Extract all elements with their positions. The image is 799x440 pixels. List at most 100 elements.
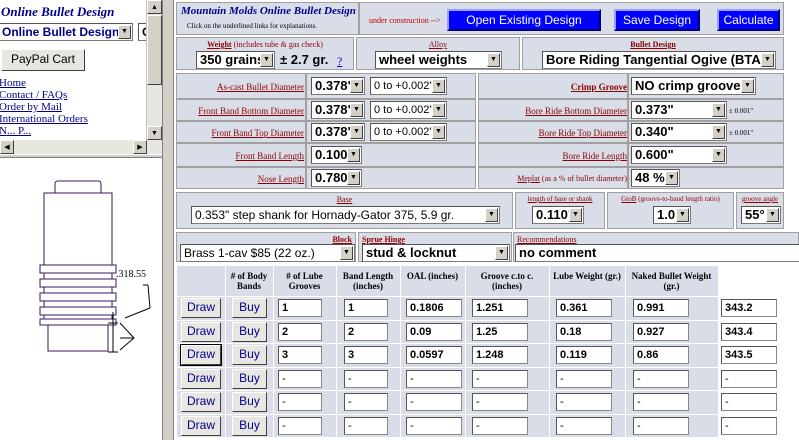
draw-button[interactable]: Draw [181,298,221,318]
shank-length-label[interactable]: length of base or shank [516,195,604,203]
alloy-select[interactable]: wheel weights ▼ [375,51,502,69]
table-value-field[interactable]: - [406,369,462,388]
table-value-field[interactable]: 343.2 [721,299,777,317]
buy-button[interactable]: Buy [232,345,267,365]
recommendations-field[interactable]: no comment [515,244,799,262]
buy-button[interactable]: Buy [232,321,267,342]
link-order-mail[interactable]: Order by Mail [0,101,62,113]
nav-select[interactable]: Online Bullet Design ▼ [0,23,133,41]
table-value-field[interactable]: - [633,393,689,411]
bore-top-select[interactable]: 0.340" ▼ [631,123,727,141]
meplat-select[interactable]: 48 % ▼ [631,169,680,187]
table-value-field[interactable]: - [556,416,612,435]
band-top-select[interactable]: 0.378" ▼ [311,123,365,141]
calculate-button[interactable]: Calculate [717,9,780,31]
table-value-field[interactable]: - [472,416,528,435]
table-value-field[interactable]: 0.0597 [406,346,462,364]
link-more[interactable]: N... P... [0,125,31,137]
table-value-field[interactable]: 2 [278,322,322,341]
table-value-field[interactable]: 343.5 [721,346,777,364]
open-design-button[interactable]: Open Existing Design [447,9,601,31]
weight-label[interactable]: Weight [207,40,231,49]
buy-button[interactable]: Buy [232,392,267,412]
nose-length-label[interactable]: Nose Length [258,174,304,184]
bore-bottom-label[interactable]: Bore Ride Bottom Diameter [525,106,627,116]
band-length-select[interactable]: 0.100" ▼ [311,146,362,164]
gtob-label[interactable]: GtoB [621,195,636,203]
scroll-right-icon[interactable]: ▶ [133,140,147,154]
groove-angle-label[interactable]: groove angle [737,195,783,203]
scroll-thumb[interactable] [147,15,162,85]
bore-top-label[interactable]: Bore Ride Top Diameter [539,128,627,138]
table-value-field[interactable]: - [344,393,388,411]
sprue-label[interactable]: Sprue Hinge [362,235,405,244]
bore-bottom-select[interactable]: 0.373" ▼ [631,101,727,119]
table-value-field[interactable]: - [556,393,612,411]
table-value-field[interactable]: 1 [278,299,322,317]
band-top-tolerance-select[interactable]: 0 to +0.002" ▼ [370,123,447,141]
link-contact[interactable]: Contact / FAQs [0,89,67,101]
bullet-design-label[interactable]: Bullet Design [523,40,783,49]
band-bottom-select[interactable]: 0.378" ▼ [311,101,365,119]
recommendations-label[interactable]: Recommendations [517,235,577,244]
nose-length-select[interactable]: 0.780" ▼ [311,169,362,187]
table-value-field[interactable]: - [472,393,528,411]
base-select[interactable]: 0.353" step shank for Hornady-Gator 375,… [191,206,500,224]
table-value-field[interactable]: 3 [344,346,388,364]
table-value-field[interactable]: 0.361 [556,299,612,317]
scroll-down-icon[interactable]: ▼ [147,126,162,140]
gtob-select[interactable]: 1.0 ▼ [653,206,691,224]
base-label[interactable]: Base [177,195,512,204]
table-value-field[interactable]: - [344,369,388,388]
table-value-field[interactable]: - [472,369,528,388]
draw-button[interactable]: Draw [181,368,221,389]
table-value-field[interactable]: 0.18 [556,322,612,341]
meplat-label[interactable]: Meplat [517,174,540,183]
table-value-field[interactable]: - [721,393,777,411]
draw-button[interactable]: Draw [181,321,221,342]
buy-button[interactable]: Buy [232,368,267,389]
table-value-field[interactable]: - [278,393,322,411]
block-select[interactable]: Brass 1-cav $85 (22 oz.) ▼ [180,244,355,262]
band-bottom-tolerance-select[interactable]: 0 to +0.002" ▼ [370,101,447,119]
table-value-field[interactable]: 1.25 [472,322,528,341]
left-vertical-scrollbar[interactable]: ▲ ▼ [146,0,162,140]
table-value-field[interactable]: 0.1806 [406,299,462,317]
table-value-field[interactable]: 343.4 [721,322,777,341]
table-value-field[interactable]: - [721,416,777,435]
table-value-field[interactable]: 3 [278,346,322,364]
buy-button[interactable]: Buy [232,298,267,318]
left-horizontal-scrollbar[interactable]: ◀ ▶ [0,140,162,154]
table-value-field[interactable]: 1.251 [472,299,528,317]
cast-diameter-select[interactable]: 0.378" ▼ [311,77,365,95]
band-length-label[interactable]: Front Band Length [236,151,305,161]
table-value-field[interactable]: - [721,369,777,388]
cast-diameter-label[interactable]: As-cast Bullet Diameter [217,82,304,92]
draw-button[interactable]: Draw [181,415,221,436]
cast-diameter-tolerance-select[interactable]: 0 to +0.002" ▼ [370,77,447,95]
alloy-label[interactable]: Alloy [357,40,519,49]
sprue-select[interactable]: stud & locknut ▼ [362,244,510,262]
draw-button[interactable]: Draw [181,392,221,412]
weight-help-link[interactable]: ? [337,54,342,69]
paypal-cart-button[interactable]: PayPal Cart [1,49,85,71]
band-top-label[interactable]: Front Band Top Diameter [212,128,304,138]
table-value-field[interactable]: - [633,416,689,435]
shank-length-select[interactable]: 0.110" ▼ [532,206,584,224]
table-value-field[interactable]: 2 [344,322,388,341]
table-value-field[interactable]: 0.09 [406,322,462,341]
table-value-field[interactable]: - [278,369,322,388]
table-value-field[interactable]: 0.927 [633,322,689,341]
table-value-field[interactable]: - [344,416,388,435]
scroll-up-icon[interactable]: ▲ [147,0,162,14]
link-home[interactable]: Home [0,77,26,89]
block-label[interactable]: Block [177,235,352,244]
draw-button[interactable]: Draw [180,344,222,366]
bullet-design-select[interactable]: Bore Riding Tangential Ogive (BTAN) ▼ [542,51,776,69]
table-value-field[interactable]: 0.86 [633,346,689,364]
buy-button[interactable]: Buy [232,415,267,436]
bore-length-select[interactable]: 0.600" ▼ [631,146,727,164]
table-value-field[interactable]: 0.991 [633,299,689,317]
groove-angle-select[interactable]: 55° ▼ [741,206,781,224]
scroll-left-icon[interactable]: ◀ [0,140,14,154]
